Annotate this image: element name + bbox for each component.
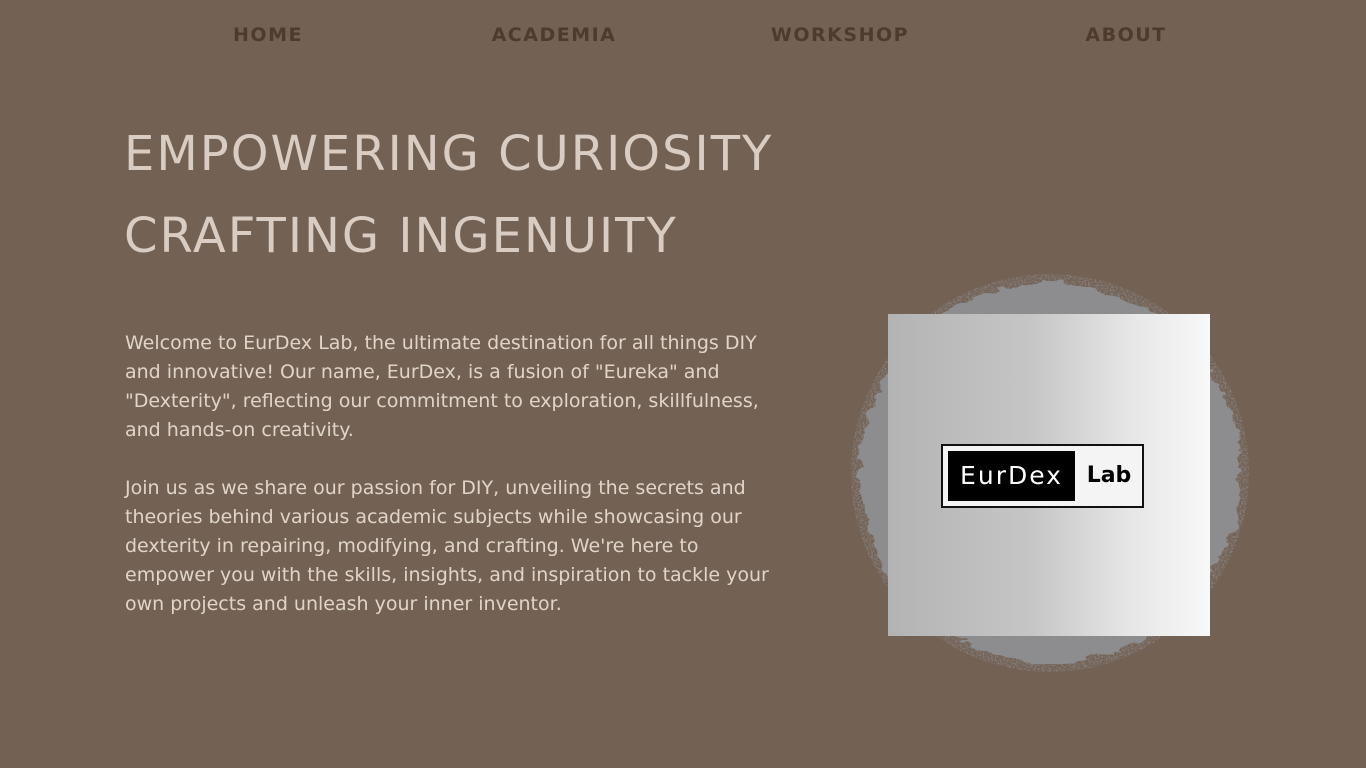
main-nav: HOME ACADEMIA WORKSHOP ABOUT (0, 0, 1366, 72)
logo-lab-text: Lab (1086, 463, 1132, 488)
nav-home-link[interactable]: HOME (233, 24, 303, 46)
logo-card: EurDex Lab (888, 314, 1210, 636)
intro-text: Welcome to EurDex Lab, the ultimate dest… (125, 329, 790, 619)
hero-headline-line-1: EMPOWERING CURIOSITY (124, 126, 774, 182)
nav-academia-link[interactable]: ACADEMIA (492, 24, 617, 46)
nav-workshop-link[interactable]: WORKSHOP (771, 24, 909, 46)
nav-about-link[interactable]: ABOUT (1085, 24, 1166, 46)
logo-eurdex-text: EurDex (948, 451, 1075, 501)
eurdex-lab-logo: EurDex Lab (941, 444, 1144, 508)
intro-paragraph-2: Join us as we share our passion for DIY,… (125, 477, 769, 615)
intro-paragraph-1: Welcome to EurDex Lab, the ultimate dest… (125, 332, 759, 441)
hero-headline-line-2: CRAFTING INGENUITY (124, 208, 678, 264)
